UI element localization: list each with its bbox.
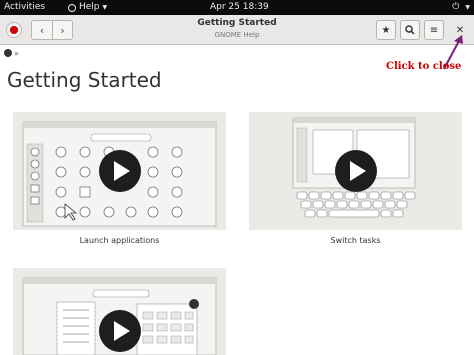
- play-icon: [114, 321, 130, 341]
- window-title: Getting Started: [197, 18, 277, 28]
- home-icon[interactable]: [4, 49, 12, 57]
- help-app-icon: [6, 22, 22, 38]
- power-icon: ⏻: [452, 2, 460, 12]
- app-menu-help[interactable]: Help ▼: [68, 0, 107, 15]
- back-button[interactable]: ‹: [32, 21, 52, 39]
- chevron-right-icon: ›: [60, 23, 65, 37]
- video-launch-applications[interactable]: [13, 112, 226, 230]
- click-to-close-annotation: Click to close: [386, 61, 462, 72]
- activities-button[interactable]: Activities: [4, 0, 45, 15]
- clock-label: Apr 25 18:39: [210, 2, 269, 12]
- chevron-down-icon: ▼: [102, 4, 108, 11]
- star-icon: ★: [381, 24, 391, 36]
- play-icon: [114, 161, 130, 181]
- window-subtitle: GNOME Help: [214, 31, 260, 39]
- chevron-down-icon: ▼: [465, 4, 470, 11]
- breadcrumb-separator: »: [14, 48, 19, 58]
- bookmark-button[interactable]: ★: [376, 20, 396, 40]
- help-app-icon: [68, 3, 76, 12]
- card-caption: Launch applications: [79, 236, 160, 245]
- video-card-3[interactable]: [13, 268, 226, 355]
- header-bar: ‹ › Getting Started GNOME Help ★ ≡ ✕: [0, 15, 474, 45]
- activities-label: Activities: [4, 2, 46, 12]
- search-button[interactable]: [400, 20, 420, 40]
- page-title: Getting Started: [7, 68, 162, 92]
- search-icon: [405, 25, 415, 35]
- hamburger-icon: ≡: [429, 24, 439, 36]
- play-button[interactable]: [335, 150, 377, 192]
- breadcrumb: »: [4, 47, 19, 59]
- play-icon: [350, 161, 366, 181]
- card-caption: Switch tasks: [330, 236, 381, 245]
- play-button[interactable]: [99, 150, 141, 192]
- clock[interactable]: Apr 25 18:39: [210, 0, 269, 15]
- top-bar: Activities Help ▼ Apr 25 18:39 ⏻ ▼: [0, 0, 474, 15]
- system-menu[interactable]: ⏻ ▼: [452, 0, 470, 15]
- video-switch-tasks[interactable]: [249, 112, 462, 230]
- nav-buttons: ‹ ›: [31, 20, 73, 40]
- chevron-left-icon: ‹: [39, 23, 45, 37]
- forward-button[interactable]: ›: [52, 21, 72, 39]
- play-button[interactable]: [99, 310, 141, 352]
- app-menu-label: Help: [79, 2, 100, 12]
